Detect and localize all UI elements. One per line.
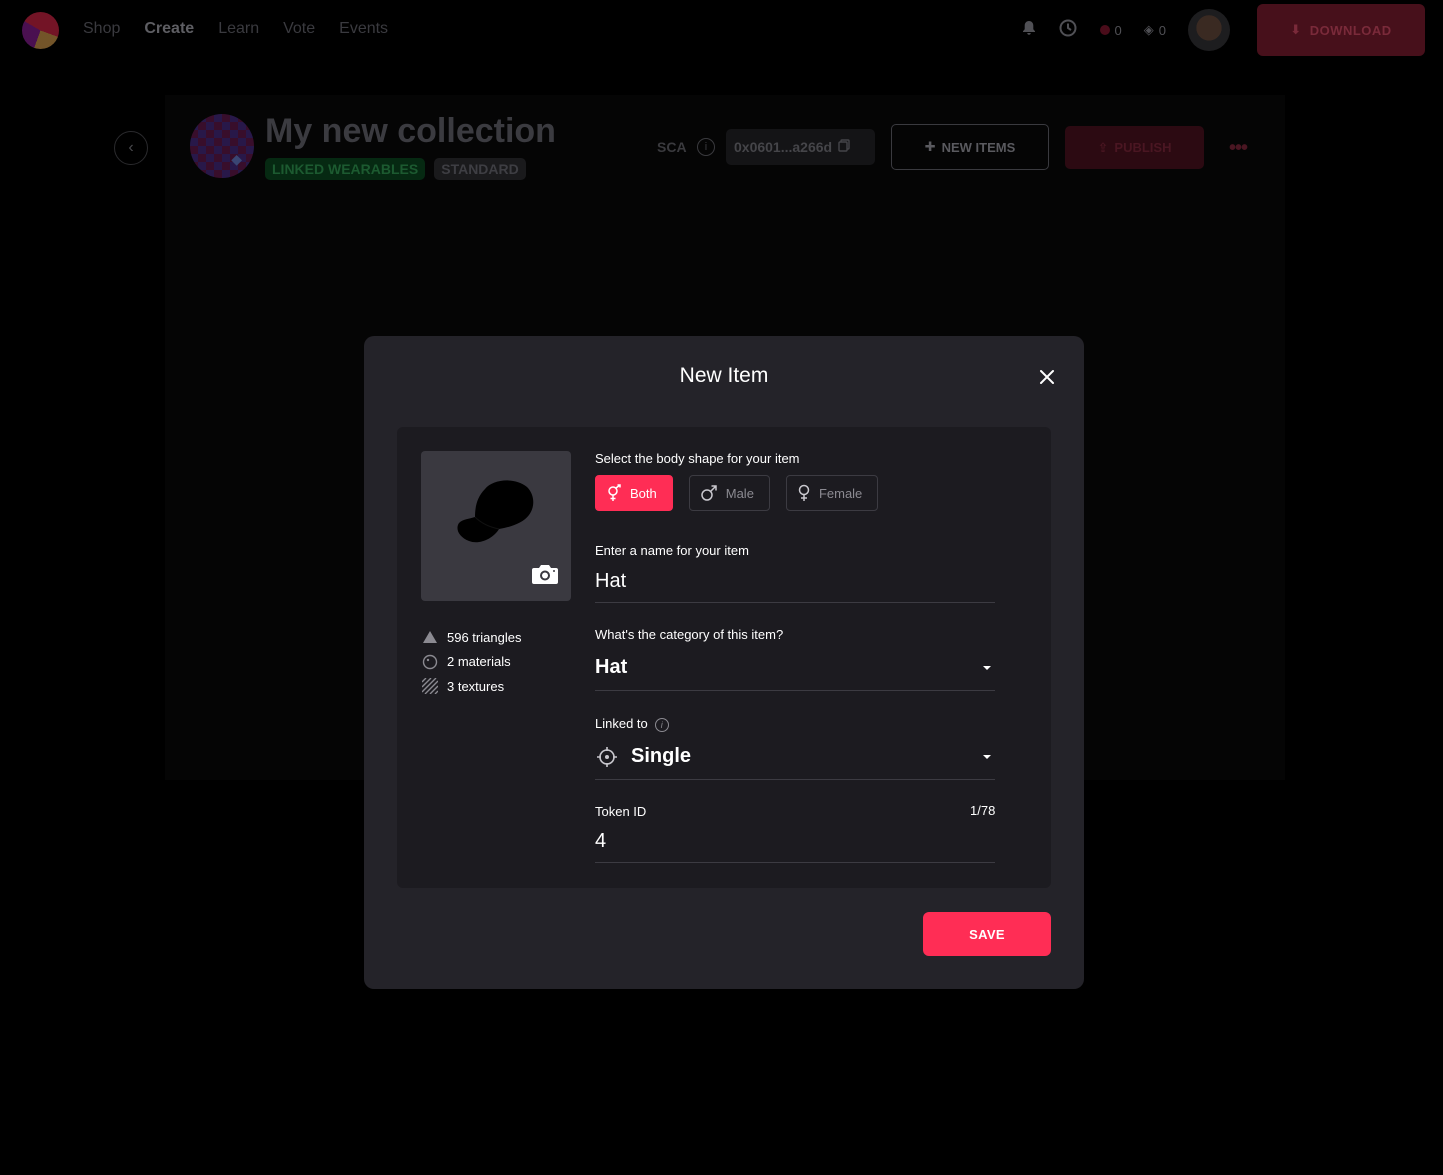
triangle-icon [421, 628, 439, 646]
plus-icon: ✚ [924, 139, 936, 154]
chevron-down-icon [983, 665, 991, 670]
history-icon[interactable] [1058, 18, 1078, 42]
modal-title: New Item [679, 364, 769, 387]
contract-address-value: 0x0601...a266d [734, 139, 833, 155]
more-options-icon[interactable]: ••• [1229, 137, 1248, 160]
body-shape-both-button[interactable]: Both [595, 475, 673, 511]
item-thumbnail [421, 451, 571, 601]
chevron-down-icon [983, 754, 991, 759]
metric-textures-value: 3 textures [447, 678, 505, 694]
publish-button[interactable]: ⇪ PUBLISH [1065, 126, 1204, 169]
token-id-counter: 1/78 [970, 803, 996, 818]
metric-materials-value: 2 materials [447, 654, 511, 670]
body-shape-label: Select the body shape for your item [595, 451, 800, 466]
modal-body: 596 triangles 2 materials 3 textures Sel… [397, 427, 1051, 888]
category-label: What's the category of this item? [595, 627, 784, 642]
mana-polygon-balance[interactable]: ◈ 0 [1144, 22, 1166, 38]
user-avatar[interactable] [1188, 9, 1230, 51]
metric-materials: 2 materials [421, 650, 521, 675]
sca-label: SCA [657, 139, 687, 155]
material-icon [421, 653, 439, 671]
item-name-value: Hat [595, 570, 627, 592]
download-label: DOWNLOAD [1309, 22, 1392, 38]
mana-ethereum-value: 0 [1114, 22, 1122, 38]
back-button[interactable]: ‹ [114, 131, 148, 165]
category-dropdown[interactable]: Hat [595, 645, 995, 691]
body-shape-female-label: Female [818, 485, 863, 501]
linked-to-label: Linked to i [595, 716, 669, 732]
hat-preview-image [457, 480, 534, 543]
texture-icon [421, 677, 439, 695]
nav-link-learn[interactable]: Learn [218, 20, 259, 38]
collection-title: My new collection [265, 112, 556, 150]
nav-link-vote[interactable]: Vote [283, 20, 315, 38]
token-id-label: Token ID [595, 804, 647, 819]
nav-link-shop[interactable]: Shop [83, 20, 120, 38]
male-icon [701, 485, 717, 501]
body-shape-male-label: Male [725, 485, 754, 501]
publish-label: PUBLISH [1114, 140, 1172, 155]
bell-icon[interactable] [1022, 20, 1036, 40]
info-icon[interactable]: i [654, 717, 669, 732]
crosshair-icon [597, 746, 617, 767]
metric-triangles-value: 596 triangles [447, 629, 522, 645]
linked-to-dropdown[interactable]: Single [595, 734, 995, 780]
collection-avatar: ◆ [190, 114, 254, 178]
collection-tags: LINKED WEARABLES STANDARD [265, 158, 526, 180]
nav-link-create[interactable]: Create [144, 20, 194, 38]
new-item-modal: New Item 596 triangles 2 materials 3 tex… [364, 336, 1084, 989]
linked-to-label-text: Linked to [595, 716, 648, 731]
close-icon[interactable] [1036, 366, 1058, 388]
token-id-value: 4 [595, 830, 607, 852]
item-name-input[interactable]: Hat [595, 561, 995, 603]
save-button[interactable]: SAVE [923, 912, 1051, 956]
ethereum-icon: ◆ [231, 151, 242, 167]
body-shape-female-button[interactable]: Female [785, 475, 879, 511]
decentraland-logo[interactable] [22, 12, 59, 49]
copy-icon[interactable] [838, 139, 850, 155]
both-gender-icon [608, 484, 621, 501]
body-shape-both-label: Both [630, 485, 657, 501]
main-nav: Shop Create Learn Vote Events [83, 20, 388, 38]
category-value: Hat [595, 656, 628, 678]
nav-link-events[interactable]: Events [339, 20, 388, 38]
female-icon [798, 484, 810, 501]
tag-standard: STANDARD [434, 158, 526, 180]
linked-to-value: Single [631, 745, 692, 767]
new-items-label: NEW ITEMS [941, 139, 1016, 155]
mana-polygon-icon: ◈ [1143, 22, 1154, 37]
body-shape-male-button[interactable]: Male [688, 475, 770, 511]
mana-ethereum-icon [1099, 25, 1110, 35]
download-button[interactable]: ⬇ DOWNLOAD [1257, 4, 1425, 56]
publish-icon: ⇪ [1097, 139, 1109, 155]
body-shape-selector: Both Male Female [595, 475, 879, 511]
download-icon: ⬇ [1290, 22, 1302, 37]
mana-ethereum-balance[interactable]: 0 [1099, 22, 1122, 38]
camera-icon[interactable] [531, 563, 559, 590]
tag-linked-wearables: LINKED WEARABLES [265, 158, 426, 180]
chevron-left-icon: ‹ [128, 139, 134, 156]
mana-polygon-value: 0 [1158, 22, 1166, 38]
new-items-button[interactable]: ✚ NEW ITEMS [891, 124, 1049, 170]
metric-textures: 3 textures [421, 674, 521, 699]
item-metrics: 596 triangles 2 materials 3 textures [421, 625, 521, 699]
sca-info-icon[interactable]: i [697, 138, 715, 156]
item-name-label: Enter a name for your item [595, 543, 749, 558]
nav-right-group: 0 ◈ 0 ⬇ DOWNLOAD [1022, 4, 1425, 56]
metric-triangles: 596 triangles [421, 625, 521, 650]
contract-address[interactable]: 0x0601...a266d [726, 129, 875, 165]
top-navbar: Shop Create Learn Vote Events 0 ◈ 0 ⬇ DO… [0, 0, 1443, 60]
token-id-input[interactable]: 4 [595, 821, 995, 863]
